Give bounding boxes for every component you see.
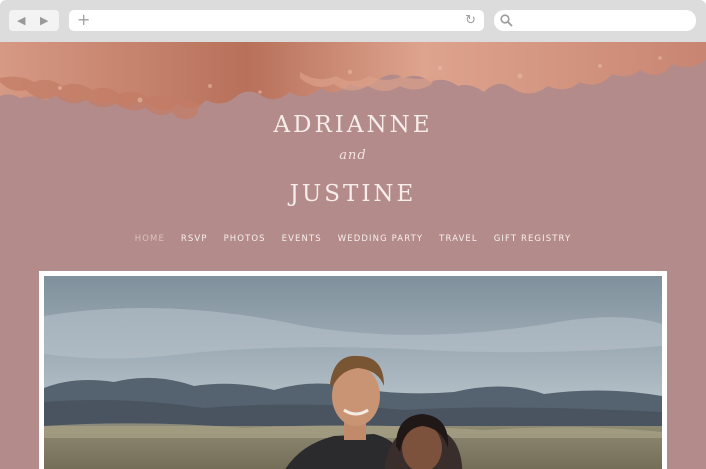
couple-photo-illustration (44, 276, 662, 469)
browser-toolbar: ◀ ▶ + ↻ (0, 0, 706, 42)
reload-icon[interactable]: ↻ (465, 12, 476, 29)
plus-icon[interactable]: + (77, 11, 90, 29)
hero-photo-frame (39, 271, 667, 469)
nav-item-rsvp[interactable]: RSVP (181, 234, 208, 244)
name-connector: and (339, 148, 367, 163)
search-bar[interactable] (494, 10, 696, 31)
back-arrow-icon[interactable]: ◀ (17, 13, 25, 28)
nav-item-home[interactable]: HOME (135, 234, 165, 244)
couple-photo (44, 276, 662, 469)
search-icon (500, 14, 513, 27)
partner-two-name: JUSTINE (289, 181, 417, 207)
nav-item-wedding-party[interactable]: WEDDING PARTY (338, 234, 423, 244)
nav-item-photos[interactable]: PHOTOS (224, 234, 266, 244)
browser-window: ◀ ▶ + ↻ ADRIANNE and JUSTINE HOME RSVP P… (0, 0, 706, 469)
nav-item-events[interactable]: EVENTS (282, 234, 322, 244)
address-bar[interactable]: + ↻ (69, 10, 484, 31)
wedding-website: ADRIANNE and JUSTINE HOME RSVP PHOTOS EV… (0, 42, 706, 469)
forward-arrow-icon[interactable]: ▶ (40, 13, 48, 28)
nav-item-travel[interactable]: TRAVEL (439, 234, 478, 244)
nav-item-gift-registry[interactable]: GIFT REGISTRY (494, 234, 572, 244)
history-buttons: ◀ ▶ (9, 10, 59, 31)
partner-one-name: ADRIANNE (273, 112, 433, 138)
site-navigation: HOME RSVP PHOTOS EVENTS WEDDING PARTY TR… (0, 234, 706, 244)
